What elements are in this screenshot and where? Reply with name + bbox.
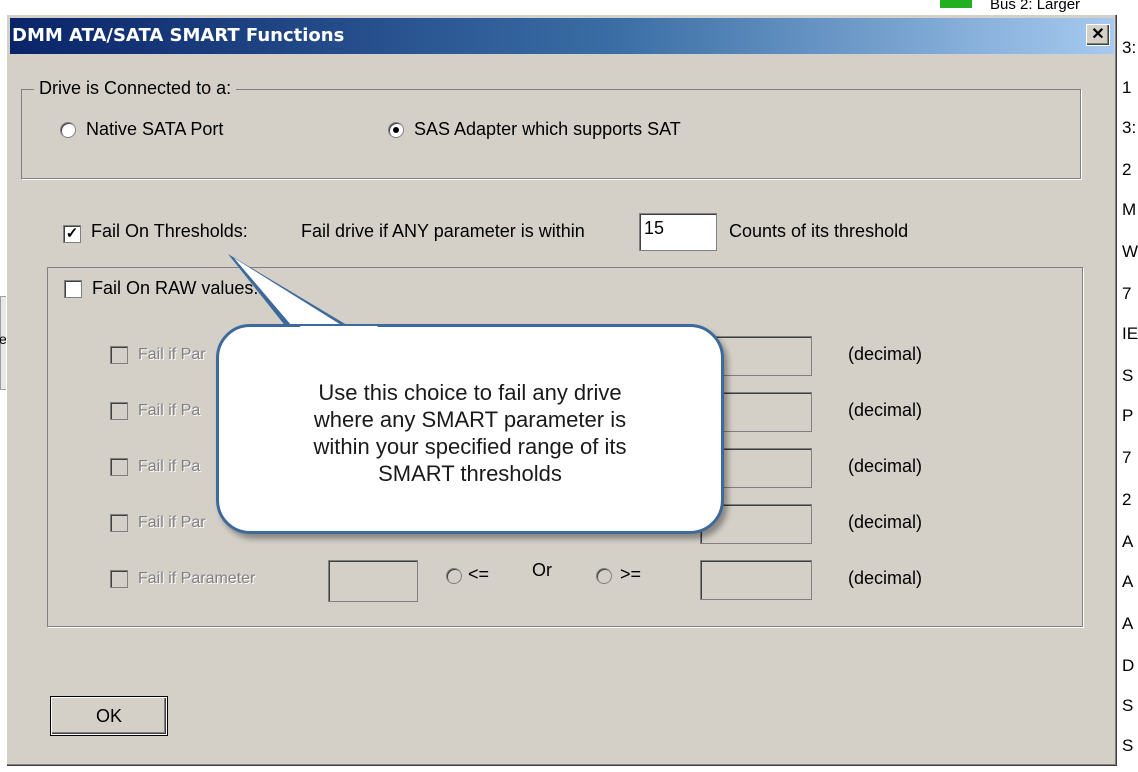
sas-adapter-radio[interactable] [388,122,404,138]
callout-line: SMART thresholds [378,461,562,486]
dialog-title: DMM ATA/SATA SMART Functions [12,25,345,46]
background-list-item: 7 [1122,284,1132,303]
background-list-item: S [1122,366,1134,385]
callout-line: where any SMART parameter is [313,407,627,432]
background-list-item: 1 [1122,78,1132,97]
connection-groupbox: Drive is Connected to a: Native SATA Por… [21,78,1081,179]
background-list-item: 7 [1122,448,1132,467]
sas-adapter-label[interactable]: SAS Adapter which supports SAT [414,119,681,140]
background-list-item: IE [1122,324,1138,343]
help-callout: Use this choice to fail any drive where … [216,324,724,534]
callout-text: Use this choice to fail any drive where … [219,379,721,487]
threshold-description-suffix: Counts of its threshold [729,221,909,241]
background-list-item: S [1122,736,1134,755]
raw-row-unit: (decimal) [848,344,923,364]
callout-line: within your specified range of its [313,434,627,459]
raw-row-param-input[interactable] [328,560,418,602]
background-list-item: 3: [1122,118,1137,137]
fail-on-thresholds-label[interactable]: Fail On Thresholds: [91,221,248,242]
raw-row-gte-label: >= [620,564,642,584]
raw-row-checkbox[interactable] [110,402,128,420]
connection-legend: Drive is Connected to a: [34,78,237,99]
raw-row-label: Fail if Pa [138,402,201,419]
raw-row-unit: (decimal) [848,568,923,588]
raw-row-unit: (decimal) [848,512,923,532]
background-list-item: 2 [1122,490,1132,509]
native-sata-radio[interactable] [60,122,76,138]
callout-line: Use this choice to fail any drive [318,380,622,405]
close-icon: ✕ [1091,26,1105,43]
fail-on-raw-checkbox[interactable] [64,280,82,298]
background-list-item: W [1122,242,1138,261]
background-list-item: A [1122,614,1134,633]
raw-row-or-label: Or [532,560,552,580]
background-list-item: S [1122,696,1134,715]
background-list-item: 2 [1122,160,1132,179]
raw-row-checkbox[interactable] [110,346,128,364]
dialog-titlebar[interactable]: DMM ATA/SATA SMART Functions ✕ [10,18,1114,54]
raw-row-label: Fail if Par [138,346,206,363]
raw-row-checkbox[interactable] [110,514,128,532]
raw-row-value-input[interactable] [700,560,812,600]
close-button[interactable]: ✕ [1086,24,1110,46]
threshold-count-input[interactable]: 15 [639,213,717,251]
background-bus-label: Bus 2: Larger [990,0,1081,13]
raw-row-label: Fail if Par [138,514,206,531]
checkmark-icon: ✓ [65,225,79,242]
raw-row-unit: (decimal) [848,400,923,420]
raw-row-label: Fail if Pa [138,458,201,475]
fail-on-raw-label[interactable]: Fail On RAW values: [92,278,258,299]
raw-row-label: Fail if Parameter [138,570,256,587]
background-list-item: A [1122,532,1134,551]
background-list-item: D [1122,656,1135,675]
raw-row-unit: (decimal) [848,456,923,476]
native-sata-label[interactable]: Native SATA Port [86,119,223,140]
background-list-item: M [1122,200,1137,219]
background-status-indicator [940,0,972,8]
radio-selected-dot [393,127,399,133]
raw-row-checkbox[interactable] [110,570,128,588]
fail-on-thresholds-checkbox[interactable]: ✓ [63,225,81,243]
raw-row-gte-radio[interactable] [596,568,612,584]
background-list-item: A [1122,572,1134,591]
raw-row-checkbox[interactable] [110,458,128,476]
background-list-item: P [1122,406,1134,425]
ok-button[interactable]: OK [51,697,167,735]
raw-row-lte-radio[interactable] [446,568,462,584]
raw-row-lte-label: <= [468,564,490,584]
background-list-item: 3: [1122,38,1137,57]
threshold-description-prefix: Fail drive if ANY parameter is within [301,221,585,241]
